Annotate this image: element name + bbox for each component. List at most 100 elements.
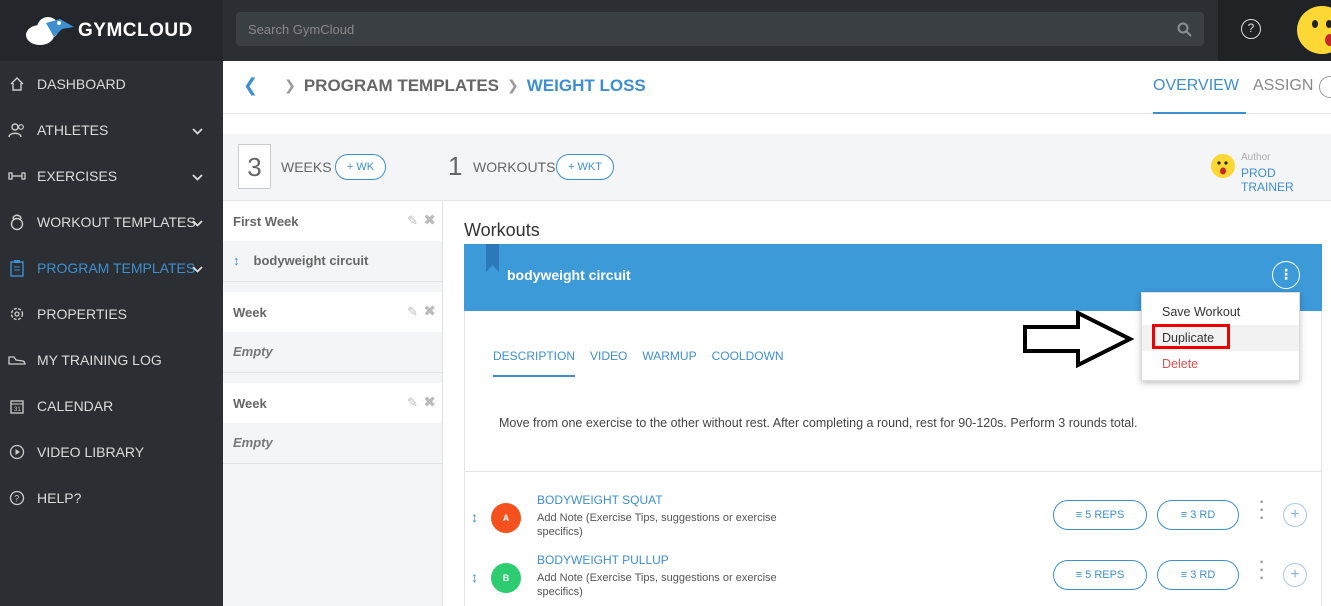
sidebar-item-label: PROGRAM TEMPLATES [37, 260, 196, 276]
logo-icon [26, 16, 74, 45]
tab-warmup[interactable]: WARMUP [642, 349, 696, 377]
chevron-down-icon[interactable] [192, 168, 203, 184]
workouts-heading: Workouts [464, 220, 540, 240]
breadcrumb-current: WEIGHT LOSS [526, 75, 646, 95]
sidebar-item-dashboard[interactable]: DASHBOARD [0, 61, 223, 107]
logo[interactable]: GYMCLOUD [0, 0, 223, 61]
clipboard-icon [8, 259, 26, 277]
exercise-note[interactable]: Add Note (Exercise Tips, suggestions or … [537, 571, 787, 599]
exercise-row: ↕ A BODYWEIGHT SQUAT Add Note (Exercise Tip… [465, 493, 1321, 553]
search-input[interactable] [248, 21, 1177, 37]
play-icon [8, 443, 26, 461]
drag-handle-icon[interactable]: ↕ [471, 569, 478, 585]
add-icon[interactable]: + [1283, 563, 1307, 587]
sidebar-item-workout-templates[interactable]: WORKOUT TEMPLATES [0, 199, 223, 245]
back-chevron-icon[interactable]: ❮ [243, 75, 258, 96]
kettlebell-icon [8, 213, 26, 231]
reps-button[interactable]: ≡ 5 REPS [1053, 560, 1147, 590]
author-label: Author [1241, 152, 1271, 163]
workout-name: bodyweight circuit [507, 267, 631, 283]
sidebar-item-label: DASHBOARD [37, 76, 126, 92]
close-icon[interactable]: ✖ [423, 393, 436, 411]
tab-assign[interactable]: ASSIGN [1253, 61, 1320, 114]
week-header[interactable]: First Week ✎ ✖ [223, 201, 442, 241]
weeks-label: WEEKS [281, 159, 332, 175]
exercise-menu-kebab-icon[interactable]: · · · [1257, 555, 1267, 587]
chevron-down-icon[interactable] [192, 260, 203, 276]
pencil-icon[interactable]: ✎ [407, 304, 418, 320]
calendar-icon: 31 [8, 397, 26, 415]
add-workout-button[interactable]: + WKT [556, 154, 614, 180]
pencil-icon[interactable]: ✎ [407, 213, 418, 229]
pencil-icon[interactable]: ✎ [407, 395, 418, 411]
sidebar-item-my-training-log[interactable]: MY TRAINING LOG [0, 337, 223, 383]
shoe-icon [8, 351, 26, 369]
workout-subtabs: DESCRIPTION VIDEO WARMUP COOLDOWN [493, 349, 799, 377]
week-workout-label: bodyweight circuit [253, 253, 369, 268]
breadcrumb: ❮ ❯ PROGRAM TEMPLATES ❯ WEIGHT LOSS [243, 75, 646, 96]
reps-button[interactable]: ≡ 5 REPS [1053, 500, 1147, 530]
sidebar-item-label: ATHLETES [37, 122, 109, 138]
rounds-button[interactable]: ≡ 3 RD [1157, 560, 1239, 590]
menu-item-save-workout[interactable]: Save Workout [1142, 299, 1299, 325]
sidebar-item-athletes[interactable]: ATHLETES [0, 107, 223, 153]
help-icon[interactable]: ? [1241, 19, 1261, 39]
week-header[interactable]: Week ✎ ✖ [223, 383, 442, 423]
sidebar-item-program-templates[interactable]: PROGRAM TEMPLATES [0, 245, 223, 291]
exercise-name[interactable]: BODYWEIGHT SQUAT [537, 493, 663, 507]
sidebar-item-label: MY TRAINING LOG [37, 352, 162, 368]
breadcrumb-parent[interactable]: PROGRAM TEMPLATES [304, 76, 499, 96]
rounds-label: 3 RD [1190, 569, 1216, 581]
sidebar-item-label: EXERCISES [37, 168, 118, 184]
week-title: Week [233, 305, 267, 320]
weeks-count: 3 [238, 144, 271, 189]
sidebar-item-video-library[interactable]: VIDEO LIBRARY [0, 429, 223, 475]
sidebar-item-calendar[interactable]: 31 CALENDAR [0, 383, 223, 429]
search-bar [236, 12, 1204, 46]
week-content: Empty [223, 332, 442, 372]
exercise-menu-kebab-icon[interactable]: · · · [1257, 495, 1267, 527]
drag-handle-icon[interactable]: ↕ [233, 253, 240, 268]
workout-actions-menu: Save Workout Duplicate Delete [1141, 292, 1300, 381]
rounds-label: 3 RD [1190, 509, 1216, 521]
week-content: Empty [223, 423, 442, 463]
close-icon[interactable]: ✖ [423, 302, 436, 320]
rounds-button[interactable]: ≡ 3 RD [1157, 500, 1239, 530]
week-header[interactable]: Week ✎ ✖ [223, 292, 442, 332]
annotation-highlight-box [1152, 324, 1230, 349]
author-name[interactable]: PROD TRAINER [1241, 166, 1331, 194]
sidebar-item-properties[interactable]: PROPERTIES [0, 291, 223, 337]
breadcrumb-separator-icon: ❯ [284, 77, 296, 93]
week-title: Week [233, 396, 267, 411]
menu-item-delete[interactable]: Delete [1142, 351, 1299, 377]
tab-cooldown[interactable]: COOLDOWN [712, 349, 784, 377]
sidebar-item-exercises[interactable]: EXERCISES [0, 153, 223, 199]
chevron-down-icon[interactable] [192, 122, 203, 138]
sidebar-item-label: CALENDAR [37, 398, 114, 414]
week-workout-label: Empty [233, 344, 273, 359]
header-bar: ❮ ❯ PROGRAM TEMPLATES ❯ WEIGHT LOSS OVER… [223, 61, 1331, 114]
weeks-column: First Week ✎ ✖ ↕ bodyweight circuit Week ✎ ✖ Emp… [223, 201, 443, 606]
tab-description[interactable]: DESCRIPTION [493, 349, 576, 377]
divider [465, 471, 1321, 472]
week-content[interactable]: ↕ bodyweight circuit [223, 241, 442, 281]
sidebar-item-label: HELP? [37, 490, 82, 506]
week-block: Week ✎ ✖ Empty [223, 383, 442, 464]
view-tabs: OVERVIEW ASSIGN [1153, 61, 1327, 114]
workout-menu-kebab-icon[interactable]: ⋮ [1272, 261, 1300, 289]
chevron-down-icon[interactable] [192, 214, 203, 230]
tab-video[interactable]: VIDEO [590, 349, 627, 377]
annotation-arrow-icon [1023, 310, 1134, 368]
tab-overview[interactable]: OVERVIEW [1153, 61, 1246, 114]
search-icon[interactable] [1177, 22, 1192, 37]
add-icon[interactable]: + [1283, 503, 1307, 527]
week-workout-label: Empty [233, 435, 273, 450]
sidebar-item-help[interactable]: ? HELP? [0, 475, 223, 521]
add-week-button[interactable]: + WK [335, 154, 386, 180]
gear-icon [8, 305, 26, 323]
drag-handle-icon[interactable]: ↕ [471, 509, 478, 525]
exercise-name[interactable]: BODYWEIGHT PULLUP [537, 553, 669, 567]
exercise-note[interactable]: Add Note (Exercise Tips, suggestions or … [537, 511, 787, 539]
users-icon [8, 121, 26, 139]
close-icon[interactable]: ✖ [423, 211, 436, 229]
